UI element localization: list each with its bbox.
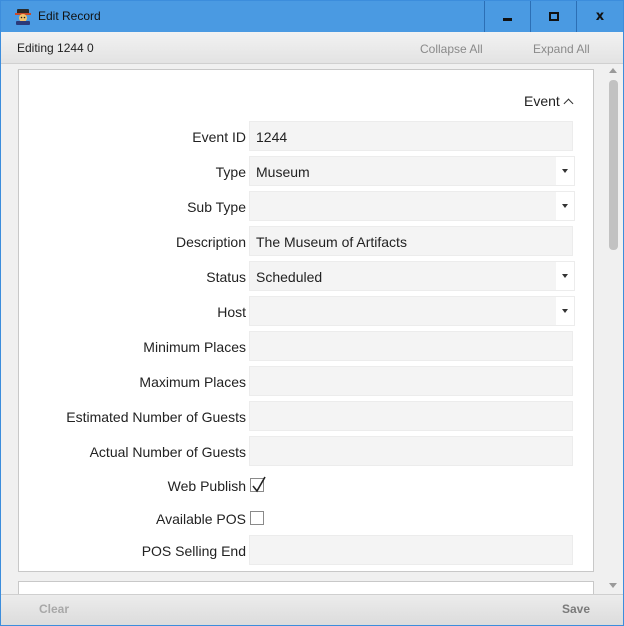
host-label: Host <box>217 304 246 320</box>
maximize-icon <box>548 12 559 21</box>
vertical-scrollbar[interactable] <box>605 64 623 594</box>
dropdown-arrow-icon[interactable] <box>556 297 574 325</box>
next-section-panel <box>18 581 594 594</box>
description-row: Description The Museum of Artifacts <box>19 226 595 256</box>
title-bar[interactable]: Edit Record x <box>1 1 623 32</box>
minimize-icon <box>503 18 512 21</box>
scroll-down-icon[interactable] <box>609 583 617 588</box>
collapse-all-button[interactable]: Collapse All <box>420 42 483 56</box>
section-title: Event <box>524 93 560 109</box>
event-section-panel: Event Event ID 1244 Type Museum Sub Type <box>18 69 594 572</box>
estimated-guests-field[interactable] <box>249 401 573 431</box>
type-row: Type Museum <box>19 156 595 186</box>
event-id-row: Event ID 1244 <box>19 121 595 151</box>
app-icon <box>15 9 31 25</box>
web-publish-row: Web Publish <box>19 470 595 500</box>
host-row: Host <box>19 296 595 326</box>
web-publish-label: Web Publish <box>167 478 246 494</box>
pos-selling-end-label: POS Selling End <box>141 543 246 559</box>
scrollbar-thumb[interactable] <box>609 80 618 250</box>
sub-type-label: Sub Type <box>187 199 246 215</box>
pos-selling-end-field[interactable] <box>249 535 573 565</box>
dropdown-arrow-icon[interactable] <box>556 157 574 185</box>
save-button[interactable]: Save <box>562 602 590 616</box>
close-icon: x <box>595 9 605 24</box>
toolbar: Editing 1244 0 Collapse All Expand All <box>1 32 623 64</box>
host-select[interactable] <box>249 296 575 326</box>
window-title: Edit Record <box>38 9 101 23</box>
type-select[interactable]: Museum <box>249 156 575 186</box>
event-id-field[interactable]: 1244 <box>249 121 573 151</box>
edit-record-window: Edit Record x Editing 1244 0 Collapse Al… <box>0 0 624 626</box>
sub-type-select[interactable] <box>249 191 575 221</box>
actual-guests-field[interactable] <box>249 436 573 466</box>
status-select[interactable]: Scheduled <box>249 261 575 291</box>
minimum-places-row: Minimum Places <box>19 331 595 361</box>
available-pos-label: Available POS <box>155 511 246 527</box>
minimum-places-label: Minimum Places <box>143 339 246 355</box>
estimated-guests-label: Estimated Number of Guests <box>66 409 246 425</box>
pos-selling-end-row: POS Selling End <box>19 535 595 565</box>
editing-label: Editing 1244 0 <box>17 41 94 55</box>
type-label: Type <box>215 164 246 180</box>
maximum-places-label: Maximum Places <box>139 374 246 390</box>
actual-guests-label: Actual Number of Guests <box>89 444 246 460</box>
description-label: Description <box>175 234 246 250</box>
status-value: Scheduled <box>256 269 323 285</box>
dropdown-arrow-icon[interactable] <box>556 262 574 290</box>
available-pos-checkbox[interactable] <box>250 511 264 525</box>
web-publish-checkbox[interactable] <box>250 476 266 493</box>
event-section-toggle[interactable]: Event <box>524 93 574 109</box>
checkmark-icon <box>252 476 266 493</box>
estimated-guests-row: Estimated Number of Guests <box>19 401 595 431</box>
actual-guests-row: Actual Number of Guests <box>19 436 595 466</box>
scroll-up-icon[interactable] <box>609 68 617 73</box>
footer-bar: Clear Save <box>1 594 623 625</box>
type-value: Museum <box>256 164 310 180</box>
maximize-button[interactable] <box>530 1 576 32</box>
chevron-up-icon <box>563 98 574 108</box>
sub-type-row: Sub Type <box>19 191 595 221</box>
expand-all-button[interactable]: Expand All <box>533 42 590 56</box>
status-label: Status <box>206 269 246 285</box>
maximum-places-field[interactable] <box>249 366 573 396</box>
dropdown-arrow-icon[interactable] <box>556 192 574 220</box>
status-row: Status Scheduled <box>19 261 595 291</box>
form-content: Event Event ID 1244 Type Museum Sub Type <box>1 64 623 594</box>
clear-button[interactable]: Clear <box>39 602 69 616</box>
minimize-button[interactable] <box>484 1 530 32</box>
available-pos-row: Available POS <box>19 503 595 533</box>
close-button[interactable]: x <box>576 1 623 32</box>
event-id-label: Event ID <box>192 129 246 145</box>
description-field[interactable]: The Museum of Artifacts <box>249 226 573 256</box>
maximum-places-row: Maximum Places <box>19 366 595 396</box>
minimum-places-field[interactable] <box>249 331 573 361</box>
